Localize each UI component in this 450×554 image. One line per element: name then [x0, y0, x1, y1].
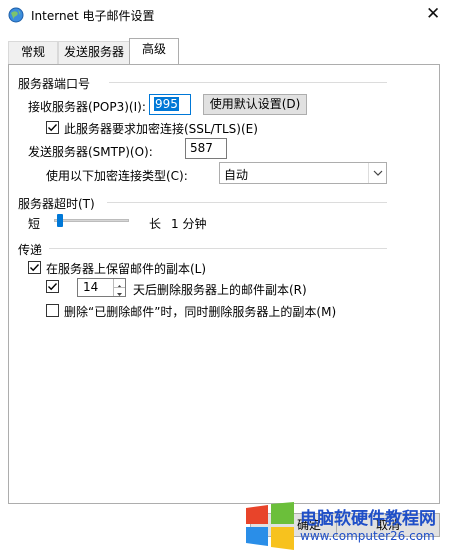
timeout-short-label: 短 [28, 217, 41, 231]
watermark-url: www.computer26.com [300, 529, 435, 543]
timeout-group-label: 服务器超时(T) [18, 197, 95, 211]
watermark-text: 电脑软硬件教程网 [300, 509, 436, 529]
ssl-checkbox[interactable] [46, 121, 59, 134]
outgoing-server-label: 发送服务器(SMTP)(O): [28, 145, 153, 159]
outgoing-port-value: 587 [190, 141, 213, 155]
group-divider [107, 202, 387, 203]
remove-after-label: 天后删除服务器上的邮件副本(R) [133, 283, 307, 297]
internet-globe-icon [8, 7, 24, 23]
remove-after-days-value: 14 [83, 280, 99, 294]
chevron-down-icon [373, 170, 383, 176]
remove-deleted-checkbox[interactable] [46, 304, 59, 317]
incoming-port-input[interactable]: 995 [149, 94, 191, 115]
tab-general[interactable]: 常规 [8, 41, 58, 64]
tab-advanced[interactable]: 高级 [129, 38, 179, 64]
incoming-port-value: 995 [154, 97, 179, 111]
encryption-type-select[interactable]: 自动 [219, 162, 387, 184]
timeout-long-label: 长 [149, 217, 162, 231]
server-ports-group-label: 服务器端口号 [18, 77, 91, 91]
stepper-down-icon[interactable] [114, 287, 125, 296]
close-icon[interactable]: ✕ [426, 6, 440, 23]
windows-logo-icon [246, 502, 294, 550]
tab-outgoing-server[interactable]: 发送服务器 [58, 41, 130, 64]
stepper-buttons[interactable] [113, 279, 125, 296]
ssl-label: 此服务器要求加密连接(SSL/TLS)(E) [64, 122, 258, 136]
encryption-type-value: 自动 [224, 168, 249, 182]
remove-after-days-stepper[interactable]: 14 [77, 278, 126, 297]
encryption-type-label: 使用以下加密连接类型(C): [46, 169, 188, 183]
checkmark-icon [48, 124, 58, 132]
timeout-slider-track[interactable] [54, 219, 129, 222]
keep-copy-checkbox[interactable] [28, 261, 41, 274]
dropdown-arrow[interactable] [368, 163, 386, 183]
incoming-server-label: 接收服务器(POP3)(I): [28, 100, 146, 114]
outgoing-port-input[interactable]: 587 [185, 138, 227, 159]
timeout-slider-thumb[interactable] [57, 214, 64, 227]
advanced-panel: 服务器端口号 接收服务器(POP3)(I): 995 使用默认设置(D) 此服务… [8, 64, 440, 504]
group-divider [109, 82, 387, 83]
window-title: Internet 电子邮件设置 [31, 9, 155, 23]
remove-deleted-label: 删除“已删除邮件”时，同时删除服务器上的副本(M) [64, 305, 337, 319]
checkmark-icon [48, 283, 58, 291]
remove-after-checkbox[interactable] [46, 280, 59, 293]
watermark: 电脑软硬件教程网 www.computer26.com [240, 498, 450, 554]
checkmark-icon [30, 264, 40, 272]
delivery-group-label: 传递 [18, 243, 43, 257]
stepper-up-icon[interactable] [114, 279, 125, 288]
use-default-button[interactable]: 使用默认设置(D) [203, 94, 307, 115]
title-bar: Internet 电子邮件设置 ✕ [0, 0, 450, 30]
group-divider [49, 248, 387, 249]
keep-copy-label: 在服务器上保留邮件的副本(L) [46, 262, 207, 276]
timeout-value: 1 分钟 [171, 217, 207, 231]
